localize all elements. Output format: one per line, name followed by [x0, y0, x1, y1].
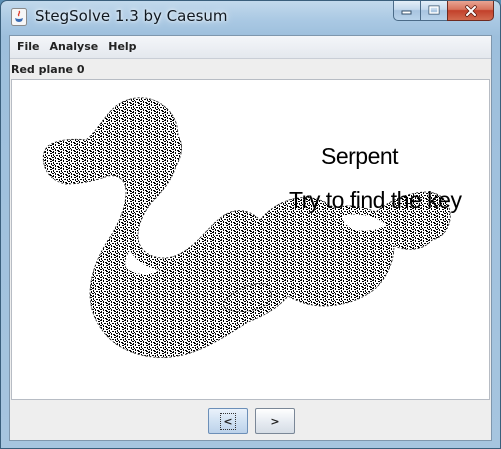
- minimize-icon: [401, 10, 412, 14]
- title-bar[interactable]: StegSolve 1.3 by Caesum: [1, 1, 500, 35]
- image-title-text: Serpent: [321, 143, 399, 169]
- app-window: StegSolve 1.3 by Caesum File Analyse Hel…: [0, 0, 501, 449]
- menu-file[interactable]: File: [12, 37, 45, 57]
- image-panel: Serpent Try to find the key: [11, 79, 490, 400]
- plane-label: Red plane 0: [11, 63, 85, 76]
- previous-plane-button[interactable]: <: [208, 408, 248, 434]
- client-area: File Analyse Help Red plane 0 Serpent Tr…: [9, 35, 492, 441]
- navigation-bar: < >: [10, 401, 491, 440]
- close-button[interactable]: [447, 1, 494, 21]
- maximize-button[interactable]: [420, 1, 447, 21]
- menu-analyse[interactable]: Analyse: [45, 37, 104, 57]
- menu-help[interactable]: Help: [103, 37, 141, 57]
- serpent-image: [42, 97, 451, 358]
- minimize-button[interactable]: [393, 1, 420, 21]
- menu-bar: File Analyse Help: [10, 36, 491, 59]
- java-icon[interactable]: [11, 8, 27, 26]
- close-icon: [464, 4, 477, 17]
- window-title: StegSolve 1.3 by Caesum: [35, 7, 228, 25]
- previous-label: <: [220, 412, 236, 430]
- image-subtitle-text: Try to find the key: [289, 187, 462, 213]
- maximize-icon: [428, 5, 439, 15]
- window-controls: [393, 1, 494, 22]
- next-plane-button[interactable]: >: [255, 408, 295, 434]
